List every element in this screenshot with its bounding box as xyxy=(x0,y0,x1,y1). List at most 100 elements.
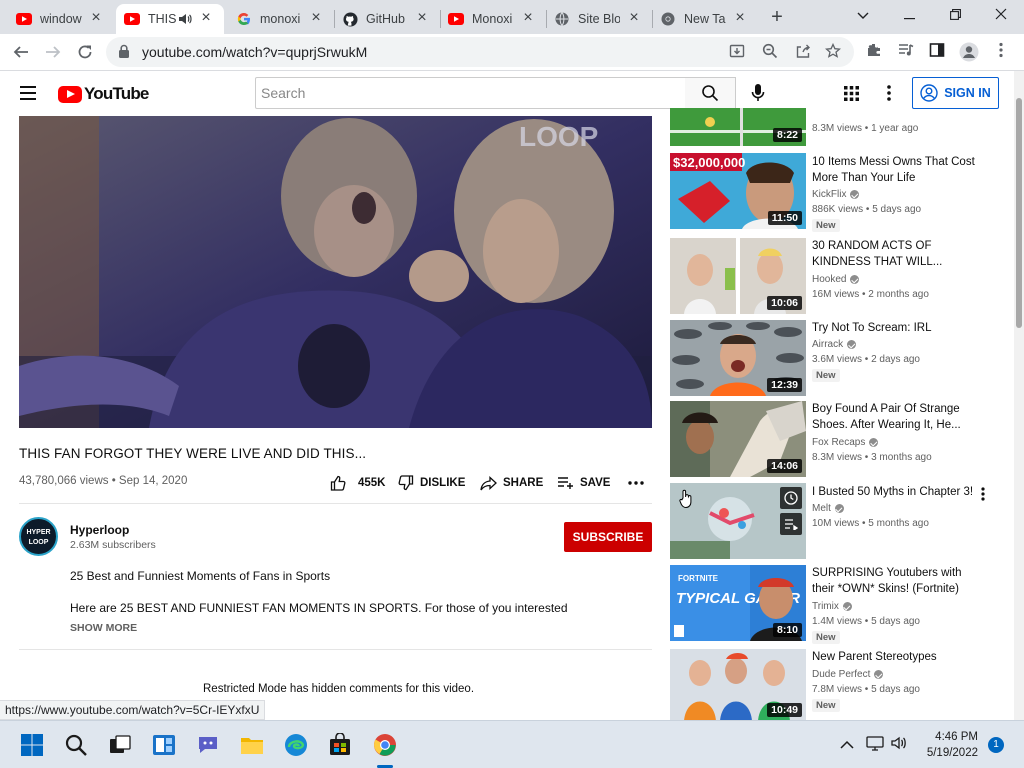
extensions-icon[interactable] xyxy=(864,42,884,62)
recommendation-item[interactable]: 12:39 Try Not To Scream: IRL Airrack 3.6… xyxy=(670,320,1010,398)
recommendation-thumbnail[interactable]: 10:06 xyxy=(670,238,806,314)
search-button[interactable] xyxy=(685,77,736,109)
recommendation-thumbnail[interactable]: 10:49 xyxy=(670,649,806,721)
side-panel-icon[interactable] xyxy=(927,42,947,62)
recommendation-item[interactable]: I Busted 50 Myths in Chapter 3! Melt 10M… xyxy=(670,483,1010,561)
profile-icon[interactable] xyxy=(959,42,979,62)
edge-icon[interactable] xyxy=(284,733,308,757)
channel-avatar[interactable]: HYPER LOOP xyxy=(19,517,58,556)
minimize-icon[interactable] xyxy=(886,0,932,32)
task-view-icon[interactable] xyxy=(108,733,132,757)
share-button[interactable]: SHARE xyxy=(480,473,543,493)
close-tab-icon[interactable]: × xyxy=(520,10,536,27)
settings-more-icon[interactable] xyxy=(882,83,896,103)
close-tab-icon[interactable]: × xyxy=(198,10,214,27)
channel-name[interactable]: Hyperloop xyxy=(70,523,129,537)
chrome-menu-icon[interactable] xyxy=(991,42,1011,62)
voice-search-icon[interactable] xyxy=(750,83,766,103)
file-explorer-icon[interactable] xyxy=(240,733,264,757)
search-box[interactable] xyxy=(255,77,686,109)
address-bar[interactable]: youtube.com/watch?v=quprjSrwukM xyxy=(106,37,854,67)
recommendation-channel[interactable]: Airrack xyxy=(812,339,857,350)
youtube-logo[interactable]: YouTube xyxy=(58,84,149,104)
speaker-icon[interactable] xyxy=(178,12,192,26)
lock-icon[interactable] xyxy=(118,44,132,60)
show-hidden-icons-icon[interactable] xyxy=(840,737,854,753)
notification-badge[interactable]: 1 xyxy=(988,737,1004,753)
tab-current-video[interactable]: THIS × xyxy=(116,4,224,34)
recommendation-channel[interactable]: Hooked xyxy=(812,274,860,285)
recommendation-thumbnail[interactable]: 8:22 xyxy=(670,108,806,146)
store-icon[interactable] xyxy=(328,732,352,757)
save-button[interactable]: SAVE xyxy=(557,473,610,493)
install-app-icon[interactable] xyxy=(728,43,746,61)
url-text[interactable]: youtube.com/watch?v=quprjSrwukM xyxy=(142,44,367,60)
bookmark-star-icon[interactable] xyxy=(824,42,842,61)
back-icon[interactable] xyxy=(8,39,34,65)
recommendation-title[interactable]: New Parent Stereotypes xyxy=(812,649,987,665)
guide-menu-icon[interactable] xyxy=(20,86,36,100)
dislike-button[interactable]: DISLIKE xyxy=(398,473,465,493)
recommendation-item[interactable]: FORTNITE TYPICAL GAMER 8:10 SURPRISING Yo… xyxy=(670,565,1010,644)
recommendation-channel[interactable]: Dude Perfect xyxy=(812,669,884,680)
recommendation-item[interactable]: 14:06 Boy Found A Pair Of Strange Shoes.… xyxy=(670,401,1010,479)
page-scrollbar[interactable] xyxy=(1014,71,1024,720)
sign-in-button[interactable]: SIGN IN xyxy=(912,77,999,109)
tab-search-icon[interactable] xyxy=(840,0,886,32)
close-tab-icon[interactable]: × xyxy=(308,10,324,27)
scrollbar-thumb[interactable] xyxy=(1016,98,1022,328)
recommendation-channel[interactable]: Fox Recaps xyxy=(812,437,879,448)
recommendation-title[interactable]: Boy Found A Pair Of Strange Shoes. After… xyxy=(812,401,987,433)
youtube-apps-icon[interactable] xyxy=(844,86,859,101)
watch-later-icon[interactable] xyxy=(780,487,802,509)
taskbar-search-icon[interactable] xyxy=(64,733,88,757)
search-input[interactable] xyxy=(256,78,685,108)
new-tab-button[interactable]: + xyxy=(764,4,790,30)
restore-icon[interactable] xyxy=(932,0,978,32)
close-tab-icon[interactable]: × xyxy=(414,10,430,27)
tab-github[interactable]: GitHub × xyxy=(334,4,438,34)
recommendation-title[interactable]: 30 RANDOM ACTS OF KINDNESS THAT WILL... xyxy=(812,238,987,270)
add-to-queue-icon[interactable] xyxy=(780,513,802,535)
zoom-icon[interactable] xyxy=(761,43,779,61)
close-tab-icon[interactable]: × xyxy=(88,10,104,27)
recommendation-title[interactable]: I Busted 50 Myths in Chapter 3! xyxy=(812,484,987,500)
more-actions-icon[interactable] xyxy=(628,473,644,493)
recommendation-thumbnail[interactable]: 12:39 xyxy=(670,320,806,396)
recommendation-item[interactable]: $32,000,000 11:50 10 Items Messi Owns Th… xyxy=(670,153,1010,232)
tab-youtube-window[interactable]: window × xyxy=(8,4,112,34)
widgets-icon[interactable] xyxy=(152,733,176,757)
teams-chat-icon[interactable] xyxy=(196,733,220,757)
recommendation-item[interactable]: 10:06 30 RANDOM ACTS OF KINDNESS THAT WI… xyxy=(670,238,1010,316)
close-tab-icon[interactable]: × xyxy=(626,10,642,27)
share-page-icon[interactable] xyxy=(794,43,812,61)
recommendation-thumbnail[interactable]: $32,000,000 11:50 xyxy=(670,153,806,229)
tab-google-monoxi[interactable]: monoxi × xyxy=(228,4,332,34)
recommendation-channel[interactable]: Melt xyxy=(812,503,844,514)
network-icon[interactable] xyxy=(866,735,884,754)
video-player[interactable]: LOOP xyxy=(19,116,652,428)
recommendation-channel[interactable]: KickFlix xyxy=(812,189,860,200)
recommendation-menu-icon[interactable] xyxy=(978,486,988,502)
recommendation-title[interactable]: Try Not To Scream: IRL xyxy=(812,320,987,336)
close-window-icon[interactable] xyxy=(978,0,1024,32)
start-icon[interactable] xyxy=(20,733,44,757)
subscribe-button[interactable]: SUBSCRIBE xyxy=(564,522,652,552)
tab-youtube-monoxi[interactable]: Monoxi × xyxy=(440,4,544,34)
recommendation-title[interactable]: SURPRISING Youtubers with their *OWN* Sk… xyxy=(812,565,987,597)
chrome-taskbar-icon[interactable] xyxy=(373,733,397,757)
media-controls-icon[interactable] xyxy=(896,42,916,62)
recommendation-thumbnail[interactable]: FORTNITE TYPICAL GAMER 8:10 xyxy=(670,565,806,641)
tab-site-blocker[interactable]: Site Blo × xyxy=(546,4,650,34)
recommendation-channel[interactable]: Trimix xyxy=(812,601,852,612)
recommendation-thumbnail[interactable]: 14:06 xyxy=(670,401,806,477)
recommendation-item[interactable]: 10:49 New Parent Stereotypes Dude Perfec… xyxy=(670,649,1010,721)
reload-icon[interactable] xyxy=(72,39,98,65)
volume-icon[interactable] xyxy=(890,735,908,754)
like-button[interactable]: 455K xyxy=(330,473,386,493)
show-more-button[interactable]: SHOW MORE xyxy=(70,622,137,634)
recommendation-title[interactable]: 10 Items Messi Owns That Cost More Than … xyxy=(812,154,987,186)
system-clock[interactable]: 4:46 PM 5/19/2022 xyxy=(914,729,978,761)
forward-icon[interactable] xyxy=(40,39,66,65)
tab-new-tab[interactable]: New Tal × xyxy=(652,4,756,34)
